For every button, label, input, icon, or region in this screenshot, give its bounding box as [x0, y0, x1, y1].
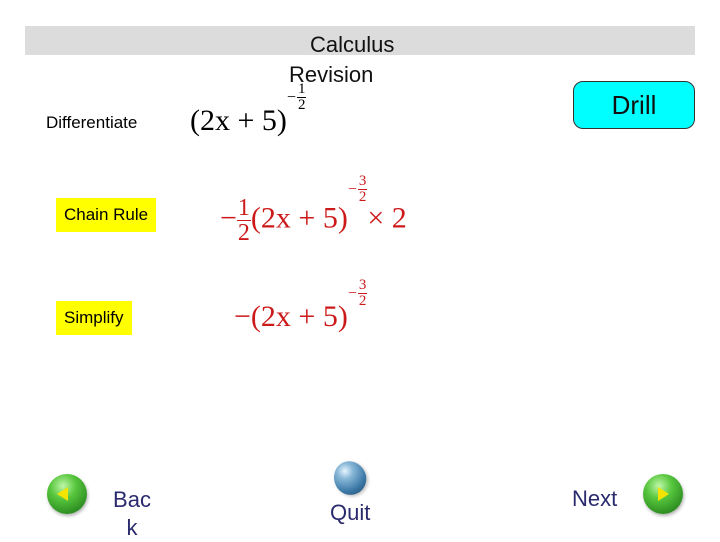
expression-exponent: −1 2 [286, 81, 307, 113]
back-button[interactable]: Bac k [108, 486, 156, 542]
coefficient-fraction: 12 [236, 195, 251, 246]
next-button[interactable]: Next [572, 486, 617, 512]
expression-exponent: −3 2 [347, 277, 368, 309]
right-arrow-icon [658, 487, 669, 501]
original-expression: (2x + 5) −1 2 [190, 82, 307, 138]
quit-button[interactable]: Quit [330, 500, 370, 526]
drill-button[interactable]: Drill [573, 81, 695, 129]
back-orb-button[interactable] [47, 474, 87, 514]
differentiate-label: Differentiate [46, 113, 138, 132]
next-orb-button[interactable] [643, 474, 683, 514]
simplified-expression: −(2x + 5) −3 2 [234, 277, 368, 333]
chain-rule-expression: −1 2 (2x + 5) −3 2 × 2 [220, 173, 407, 246]
expression-base: (2x + 5) [190, 104, 287, 137]
chain-rule-label: Chain Rule [56, 198, 157, 232]
expression-exponent: −3 2 [347, 173, 368, 205]
page-title-line1: Calculus [310, 32, 395, 57]
left-arrow-icon [57, 487, 68, 501]
simplify-label: Simplify [56, 301, 132, 335]
quit-orb-icon[interactable] [328, 455, 372, 501]
